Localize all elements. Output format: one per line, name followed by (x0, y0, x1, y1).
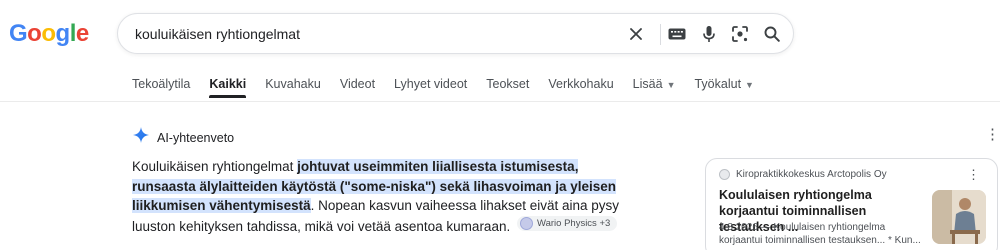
card-site-name: Kiropraktikkokeskus Arctopolis Oy (736, 169, 887, 180)
tab-lyhyet-videot[interactable]: Lyhyet videot (394, 77, 467, 97)
ai-overview-title: AI-yhteenveto (157, 130, 235, 145)
tab-verkkohaku[interactable]: Verkkohaku (548, 77, 613, 97)
clear-icon[interactable] (626, 24, 646, 44)
logo-letter: o (41, 20, 56, 47)
search-tabs: Tekoälytila Kaikki Kuvahaku Videot Lyhye… (132, 77, 773, 101)
logo-letter: e (75, 20, 89, 47)
card-thumbnail[interactable] (932, 190, 986, 244)
source-chip-label: Wario Physics +3 (536, 217, 611, 229)
more-options-icon[interactable]: ⋮ (985, 127, 1000, 142)
tab-kaikki[interactable]: Kaikki (209, 77, 246, 98)
favicon-icon (719, 169, 730, 180)
ai-text-prefix: Kouluikäisen ryhtiongelmat (132, 159, 298, 174)
search-icon[interactable] (762, 24, 782, 44)
tab-kuvahaku[interactable]: Kuvahaku (265, 77, 321, 97)
logo-letter: G (9, 20, 28, 47)
search-box[interactable]: kouluikäisen ryhtiongelmat (117, 13, 794, 54)
tabs-divider (0, 101, 1000, 102)
mic-icon[interactable] (699, 24, 719, 44)
lens-icon[interactable] (730, 24, 750, 44)
tab-lisaa-label: Lisää (632, 77, 663, 91)
tab-videot[interactable]: Videot (340, 77, 375, 97)
tab-tyokalut[interactable]: Työkalut ▼ (694, 77, 753, 97)
chevron-down-icon: ▼ (666, 80, 676, 90)
google-logo[interactable]: Google (9, 20, 89, 48)
logo-letter: o (27, 20, 42, 47)
source-chip[interactable]: Wario Physics +3 (516, 215, 618, 231)
tab-tyokalut-label: Työkalut (694, 77, 742, 91)
chevron-down-icon: ▼ (745, 80, 754, 90)
sparkle-icon (133, 127, 149, 148)
keyboard-icon[interactable] (667, 24, 687, 44)
search-input[interactable]: kouluikäisen ryhtiongelmat (135, 26, 300, 42)
tab-teokset[interactable]: Teokset (486, 77, 529, 97)
card-more-icon[interactable]: ⋮ (967, 167, 980, 183)
card-source: Kiropraktikkokeskus Arctopolis Oy (719, 169, 887, 180)
logo-letter: g (55, 20, 71, 47)
source-card[interactable]: Kiropraktikkokeskus Arctopolis Oy ⋮ Koul… (705, 158, 998, 250)
source-avatar-icon (519, 216, 533, 230)
ai-overview-header: AI-yhteenveto (133, 127, 234, 148)
tab-tekoalytila[interactable]: Tekoälytila (132, 77, 190, 97)
ai-overview-text: Kouluikäisen ryhtiongelmat johtuvat usei… (132, 157, 632, 236)
card-snippet: 4.8.2026 — Koululaisen ryhtiongelma korj… (719, 222, 921, 246)
search-divider (660, 24, 661, 45)
tab-lisaa[interactable]: Lisää ▼ (633, 77, 676, 97)
